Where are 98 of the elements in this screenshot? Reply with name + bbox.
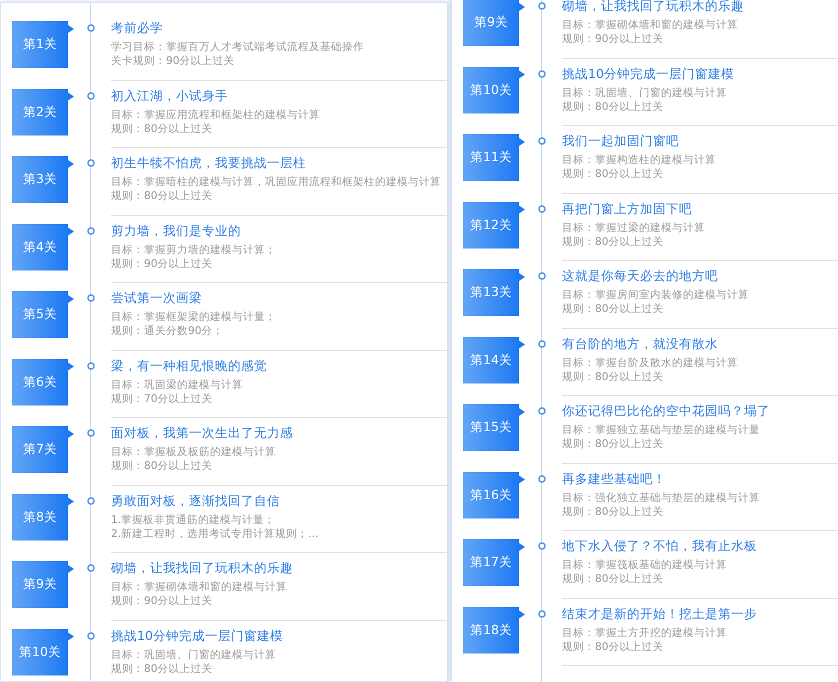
timeline-dot-icon xyxy=(538,474,546,482)
level-description: 1.掌握板非贯通筋的建模与计量； xyxy=(111,512,276,526)
level-badge[interactable]: 第3关 xyxy=(12,156,74,203)
level-badge[interactable]: 第7关 xyxy=(12,426,74,473)
level-description: 目标：巩固墙、门窗的建模与计算 xyxy=(562,86,728,100)
level-title[interactable]: 挑战10分钟完成一层门窗建模 xyxy=(562,64,838,82)
level-description: 目标：巩固梁的建模与计算 xyxy=(111,378,244,392)
timeline-dot-icon xyxy=(87,159,95,167)
level-description: 目标：巩固墙、门窗的建模与计算 xyxy=(111,648,277,662)
level-description: 规则：80分以上过关 xyxy=(562,234,664,248)
level-description: 目标：掌握土方开挖的建模与计算 xyxy=(562,626,728,640)
level-badge[interactable]: 第5关 xyxy=(12,291,74,338)
level-badge[interactable]: 第18关 xyxy=(463,606,525,654)
level-title[interactable]: 剪力墙，我们是专业的 xyxy=(111,222,447,240)
timeline-dot-icon xyxy=(538,407,546,415)
level-title[interactable]: 砌墙，让我找回了玩积木的乐趣 xyxy=(111,559,447,577)
level-description: 规则：80分以上过关 xyxy=(562,167,664,181)
level-description: 目标：强化独立基础与垫层的建模与计算 xyxy=(562,490,761,504)
timeline-dot-icon xyxy=(87,24,95,32)
level-description: 目标：掌握台阶及散水的建模与计算 xyxy=(562,356,739,370)
level-title[interactable]: 再多建些基础吧！ xyxy=(562,470,838,488)
level-title[interactable]: 初入江湖，小试身手 xyxy=(111,86,447,104)
level-description: 目标：掌握房间室内装修的建模与计算 xyxy=(562,288,750,302)
timeline-dot-icon xyxy=(87,294,95,302)
level-description: 目标：掌握应用流程和框架柱的建模与计算 xyxy=(111,108,321,122)
level-description: 规则：通关分数90分； xyxy=(111,324,224,338)
level-title[interactable]: 勇敢面对板，逐渐找回了自信 xyxy=(111,492,447,510)
level-title[interactable]: 考前必学 xyxy=(111,19,447,37)
timeline-dot-icon xyxy=(538,70,546,78)
level-description: 目标：掌握暗柱的建模与计算，巩固应用流程和框架柱的建模与计算 xyxy=(111,175,442,189)
level-description: 规则：80分以上过关 xyxy=(562,640,664,654)
level-description: 规则：80分以上过关 xyxy=(111,122,214,136)
level-badge[interactable]: 第2关 xyxy=(12,88,74,136)
timeline-dot-icon xyxy=(538,610,546,618)
level-description: 规则：80分以上过关 xyxy=(562,100,664,114)
level-description: 目标：掌握筏板基础的建模与计算 xyxy=(562,558,728,572)
timeline-dot-icon xyxy=(87,226,95,234)
level-badge[interactable]: 第9关 xyxy=(12,561,74,608)
level-title[interactable]: 地下水入侵了？不怕，我有止水板 xyxy=(562,537,838,555)
level-title[interactable]: 你还记得巴比伦的空中花园吗？塌了 xyxy=(562,402,838,420)
level-title[interactable]: 这就是你每天必去的地方吧 xyxy=(562,267,838,285)
level-badge[interactable]: 第1关 xyxy=(12,21,74,68)
level-description: 规则：90分以上过关 xyxy=(111,256,214,270)
level-description: 规则：80分以上过关 xyxy=(562,302,664,316)
level-title[interactable]: 结束才是新的开始！挖土是第一步 xyxy=(562,604,838,622)
level-description: 规则：90分以上过关 xyxy=(111,594,214,608)
timeline-dot-icon xyxy=(87,362,95,370)
level-badge[interactable]: 第11关 xyxy=(463,134,525,181)
level-description: 目标：掌握过梁的建模与计算 xyxy=(562,220,706,234)
level-description: 规则：80分以上过关 xyxy=(562,572,664,586)
level-description: 2.新建工程时，选用考试专用计算规则；... xyxy=(111,526,320,540)
level-description: 规则：70分以上过关 xyxy=(111,392,214,406)
level-description: 目标：掌握构造柱的建模与计算 xyxy=(562,153,717,167)
timeline-dot-icon xyxy=(538,204,546,212)
level-title[interactable]: 有台阶的地方，就没有散水 xyxy=(562,334,838,352)
level-badge[interactable]: 第15关 xyxy=(463,404,525,451)
timeline-dot-icon xyxy=(538,137,546,145)
level-badge[interactable]: 第9关 xyxy=(463,0,525,46)
level-badge[interactable]: 第10关 xyxy=(12,628,74,676)
level-badge[interactable]: 第14关 xyxy=(463,336,525,384)
level-description: 目标：掌握砌体墙和窗的建模与计算 xyxy=(111,580,288,594)
level-description: 规则：80分以上过关 xyxy=(111,459,214,473)
level-description: 规则：80分以上过关 xyxy=(562,504,664,518)
level-title[interactable]: 梁，有一种相见恨晚的感觉 xyxy=(111,356,447,374)
level-description: 目标：掌握砌体墙和窗的建模与计算 xyxy=(562,18,739,32)
timeline-dot-icon xyxy=(87,429,95,437)
level-description: 目标：掌握剪力墙的建模与计算； xyxy=(111,242,277,256)
level-description: 规则：80分以上过关 xyxy=(111,189,214,203)
level-title[interactable]: 初生牛犊不怕虎，我要挑战一层柱 xyxy=(111,154,447,172)
level-title[interactable]: 再把门窗上方加固下吧 xyxy=(562,200,838,218)
level-badge[interactable]: 第17关 xyxy=(463,539,525,586)
level-title[interactable]: 挑战10分钟完成一层门窗建模 xyxy=(111,626,447,644)
level-description: 规则：80分以上过关 xyxy=(562,370,664,384)
level-description: 学习目标：掌握百万人才考试端考试流程及基础操作 xyxy=(111,40,365,54)
level-badge[interactable]: 第12关 xyxy=(463,202,525,248)
level-title[interactable]: 面对板，我第一次生出了无力感 xyxy=(111,424,447,442)
level-badge[interactable]: 第10关 xyxy=(463,66,525,114)
timeline-dot-icon xyxy=(87,564,95,572)
timeline-dot-icon xyxy=(538,272,546,280)
timeline-dot-icon xyxy=(87,496,95,504)
level-title[interactable]: 尝试第一次画梁 xyxy=(111,289,447,307)
level-description: 目标：掌握板及板筋的建模与计算 xyxy=(111,445,277,459)
timeline-dot-icon xyxy=(87,632,95,640)
timeline-dot-icon xyxy=(87,92,95,100)
level-badge[interactable]: 第13关 xyxy=(463,269,525,316)
timeline-dot-icon xyxy=(538,340,546,348)
level-description: 目标：掌握框架梁的建模与计量； xyxy=(111,310,277,324)
level-description: 关卡规则：90分以上过关 xyxy=(111,54,236,68)
level-description: 规则：80分以上过关 xyxy=(111,662,214,676)
timeline-dot-icon xyxy=(538,542,546,550)
level-description: 目标：掌握独立基础与垫层的建模与计量 xyxy=(562,423,761,437)
level-description: 规则：80分以上过关 xyxy=(562,437,664,451)
level-badge[interactable]: 第6关 xyxy=(12,358,74,406)
level-description: 规则：90分以上过关 xyxy=(562,32,664,46)
level-badge[interactable]: 第16关 xyxy=(463,472,525,518)
level-title[interactable]: 我们一起加固门窗吧 xyxy=(562,132,838,150)
level-badge[interactable]: 第4关 xyxy=(12,224,74,270)
level-badge[interactable]: 第8关 xyxy=(12,494,74,540)
